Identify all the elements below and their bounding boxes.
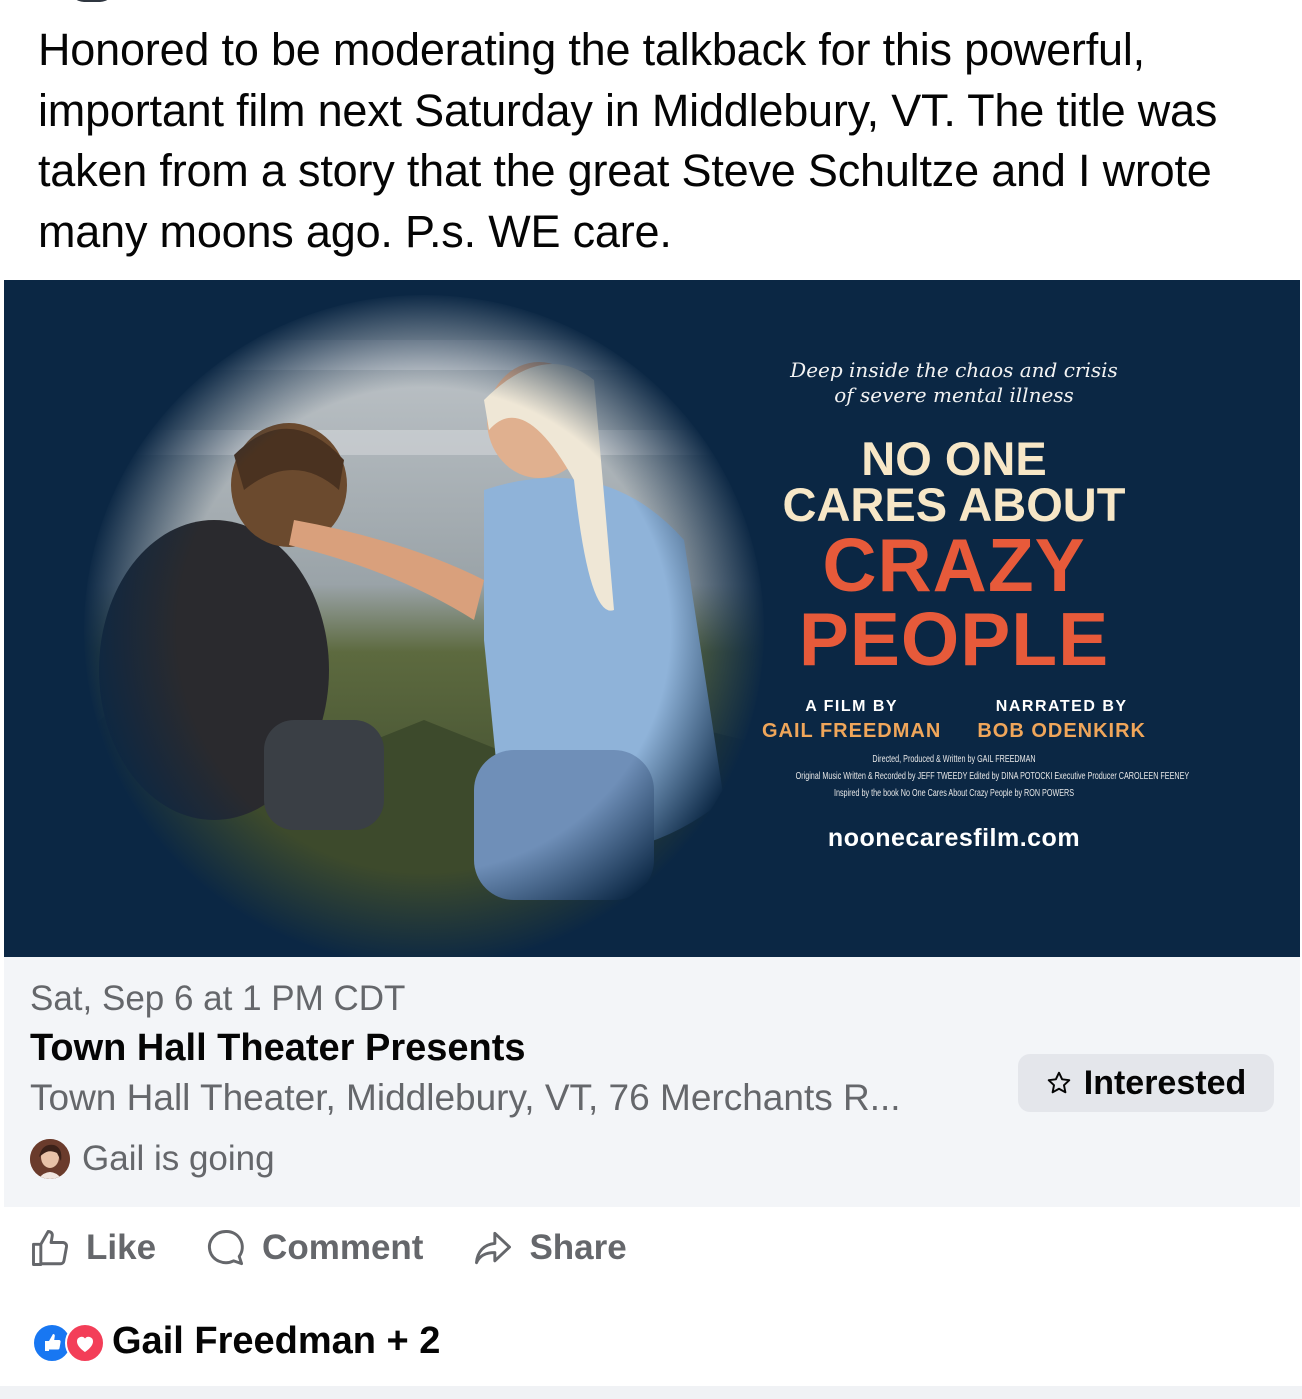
fine-print-line-3: Inspired by the book No One Cares About …: [833, 788, 1075, 799]
credit-name-narrator: BOB ODENKIRK: [977, 720, 1146, 742]
reactions-text: Gail Freedman + 2: [112, 1320, 441, 1362]
credit-narrated-by: NARRATED BY BOB ODENKIRK: [977, 698, 1146, 743]
title-line-1: NO ONE: [861, 432, 1047, 485]
poster-website: noonecaresfilm.com: [827, 824, 1081, 852]
event-going: Gail is going: [30, 1139, 275, 1179]
comment-label: Comment: [262, 1228, 424, 1267]
event-date: Sat, Sep 6 at 1 PM CDT: [30, 979, 406, 1018]
avatar-photo-icon: [30, 1139, 70, 1179]
credit-name-director: GAIL FREEDMAN: [762, 720, 942, 742]
event-location: Town Hall Theater, Middlebury, VT, 76 Me…: [30, 1077, 901, 1118]
interested-label: Interested: [1083, 1063, 1247, 1102]
event-cover-image[interactable]: Deep inside the chaos and crisis of seve…: [4, 280, 1300, 957]
title-line-4: PEOPLE: [798, 597, 1110, 681]
poster-credits: A FILM BY GAIL FREEDMAN NARRATED BY BOB …: [734, 698, 1174, 743]
title-line-2: CARES ABOUT: [782, 478, 1126, 531]
share-button[interactable]: Share: [471, 1226, 627, 1270]
poster-title-top: NO ONE CARES ABOUT: [734, 432, 1174, 531]
author-avatar[interactable]: [70, 0, 114, 2]
love-reaction-icon: [65, 1322, 105, 1363]
tagline-line-1: Deep inside the chaos and crisis: [790, 358, 1118, 382]
going-text: Gail is going: [82, 1139, 275, 1178]
like-label: Like: [86, 1228, 157, 1267]
tagline-line-2: of severe mental illness: [834, 383, 1074, 407]
fine-print-line-1: Directed, Produced & Written by GAIL FRE…: [872, 754, 1036, 765]
post-actions: Like Comment Share: [28, 1226, 675, 1270]
poster-title-bottom: CRAZY PEOPLE: [734, 523, 1174, 681]
avatar: [30, 1139, 70, 1179]
share-label: Share: [529, 1228, 627, 1267]
fine-print-line-2: Original Music Written & Recorded by JEF…: [795, 771, 1190, 782]
interested-button[interactable]: Interested: [1018, 1054, 1274, 1112]
event-title[interactable]: Town Hall Theater Presents: [30, 1027, 526, 1070]
comment-bubble-icon: [208, 1230, 244, 1266]
star-outline-icon: [1047, 1071, 1071, 1094]
poster-fine-print: Directed, Produced & Written by GAIL FRE…: [734, 751, 1190, 802]
title-line-3: CRAZY: [822, 523, 1086, 607]
credit-label-film-by: A FILM BY: [805, 698, 899, 715]
event-card[interactable]: Sat, Sep 6 at 1 PM CDT Town Hall Theater…: [4, 957, 1300, 1207]
credit-label-narrated-by: NARRATED BY: [995, 698, 1128, 715]
post-text: Honored to be moderating the talkback fo…: [38, 24, 1218, 257]
like-button[interactable]: Like: [28, 1226, 156, 1270]
poster-text-block: Deep inside the chaos and crisis of seve…: [734, 358, 1190, 853]
poster-tagline: Deep inside the chaos and crisis of seve…: [734, 358, 1174, 408]
post-divider: [0, 1386, 1302, 1399]
comment-button[interactable]: Comment: [204, 1226, 423, 1270]
share-arrow-icon: [475, 1231, 512, 1265]
credit-film-by: A FILM BY GAIL FREEDMAN: [762, 698, 941, 743]
reaction-icons: [32, 1322, 105, 1363]
thumbs-up-icon: [32, 1230, 68, 1266]
reactions-summary[interactable]: Gail Freedman + 2: [32, 1320, 440, 1363]
